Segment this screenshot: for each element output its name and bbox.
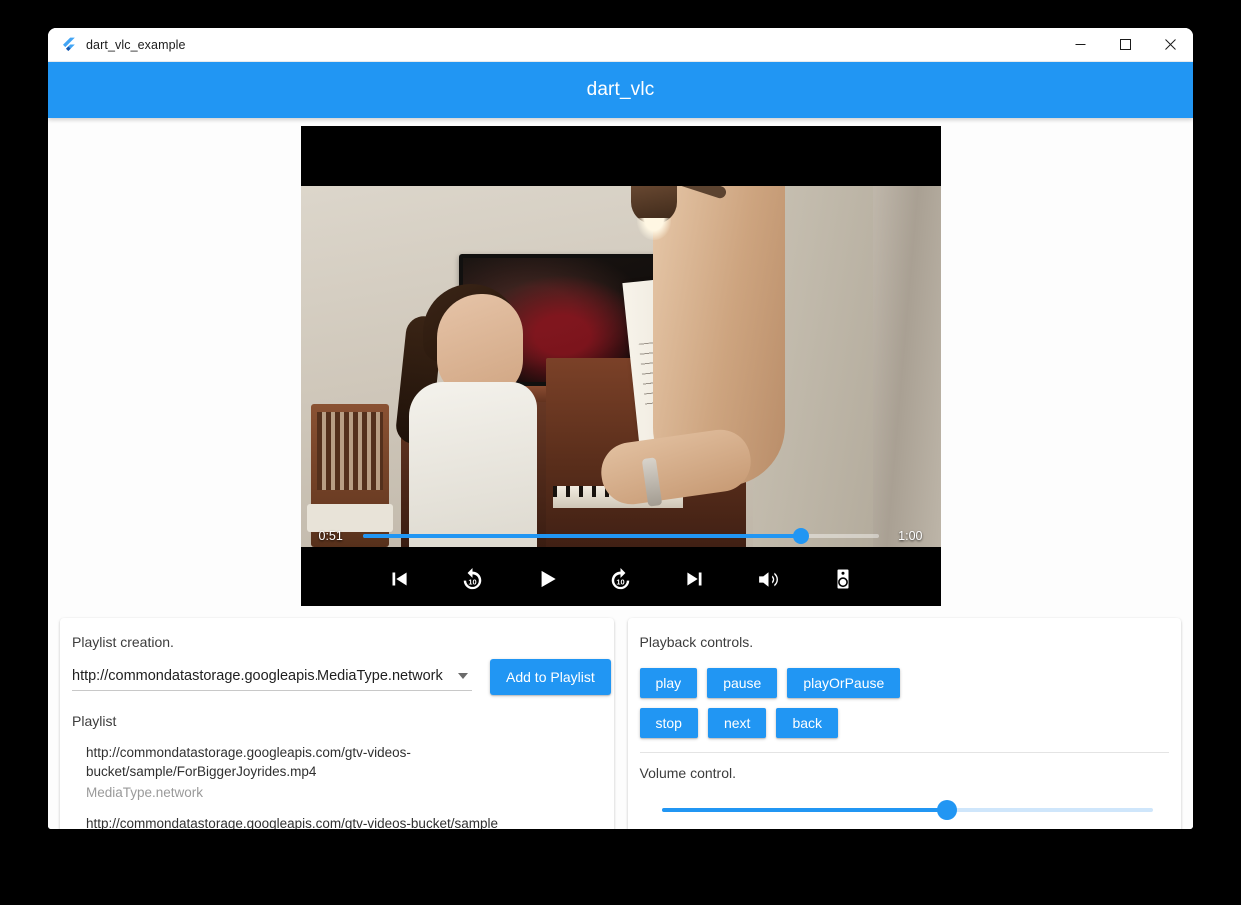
playlist-item-url: http://commondatastorage.googleapis.com/…: [86, 745, 411, 779]
media-type-value: MediaType.network: [317, 668, 443, 684]
playback-controls-heading: Playback controls.: [639, 634, 754, 650]
seek-slider[interactable]: [362, 528, 879, 544]
play-button[interactable]: play: [639, 668, 698, 698]
app-bar-title: dart_vlc: [586, 79, 655, 100]
volume-slider-track[interactable]: [661, 800, 1153, 820]
app-window: dart_vlc_example dart_vlc 0:51 1:00 10 1…: [48, 28, 1193, 829]
seek-progress-fill: [362, 534, 802, 538]
minimize-button[interactable]: [1058, 28, 1103, 62]
video-player-wrapper: 0:51 1:00 10 10: [48, 118, 1193, 606]
playback-buttons-row-1: play pause playOrPause: [639, 668, 1170, 698]
video-surface: [300, 186, 941, 547]
playlist-title: Playlist: [72, 713, 117, 729]
back-button[interactable]: back: [776, 708, 839, 738]
playlist-creation-card: Playlist creation. http://commondatastor…: [60, 618, 614, 829]
main-content: 0:51 1:00 10 10 Playlist creation. http:…: [48, 118, 1193, 829]
seek-bar-row: 0:51 1:00: [301, 520, 941, 552]
window-titlebar: dart_vlc_example: [48, 28, 1193, 62]
forward-10-icon[interactable]: 10: [589, 552, 653, 606]
seek-slider-thumb[interactable]: [793, 528, 810, 544]
video-player[interactable]: 0:51 1:00 10 10: [300, 126, 941, 606]
chevron-down-icon: [458, 673, 468, 679]
playlist-creation-heading: Playlist creation.: [72, 634, 174, 650]
playlist-item-url: http://commondatastorage.googleapis.com/…: [86, 816, 498, 829]
add-to-playlist-button[interactable]: Add to Playlist: [490, 659, 611, 695]
window-controls: [1058, 28, 1193, 62]
stop-button[interactable]: stop: [639, 708, 698, 738]
play-or-pause-button[interactable]: playOrPause: [787, 668, 901, 698]
video-control-bar: 10 10: [300, 552, 941, 606]
next-button[interactable]: next: [707, 708, 767, 738]
media-type-dropdown[interactable]: MediaType.network: [317, 668, 472, 691]
volume-up-icon[interactable]: [737, 552, 801, 606]
pause-button[interactable]: pause: [707, 668, 778, 698]
play-icon[interactable]: [515, 552, 579, 606]
list-item[interactable]: http://commondatastorage.googleapis.com/…: [72, 737, 602, 808]
skip-next-icon[interactable]: [663, 552, 727, 606]
bottom-panels: Playlist creation. http://commondatastor…: [48, 618, 1193, 829]
playback-controls-card: Playback controls. play pause playOrPaus…: [627, 618, 1181, 829]
media-url-input[interactable]: http://commondatastorage.googleapis.c: [72, 668, 317, 691]
divider: [639, 752, 1169, 753]
list-item[interactable]: http://commondatastorage.googleapis.com/…: [72, 808, 602, 829]
window-title: dart_vlc_example: [86, 37, 186, 52]
maximize-button[interactable]: [1103, 28, 1148, 62]
url-entry-row: http://commondatastorage.googleapis.c Me…: [72, 659, 611, 695]
video-frame-image: [300, 186, 941, 547]
current-time-label: 0:51: [318, 529, 343, 543]
speaker-device-icon[interactable]: [811, 552, 875, 606]
volume-slider-fill: [661, 808, 947, 812]
playback-buttons-row-2: stop next back: [639, 708, 1170, 738]
skip-previous-icon[interactable]: [367, 552, 431, 606]
svg-text:10: 10: [616, 577, 624, 586]
app-bar: dart_vlc: [48, 62, 1193, 118]
volume-slider[interactable]: [661, 799, 1153, 821]
close-button[interactable]: [1148, 28, 1193, 62]
volume-slider-thumb[interactable]: [936, 800, 957, 820]
volume-control-heading: Volume control.: [639, 765, 737, 781]
playlist-item-type: MediaType.network: [86, 785, 204, 800]
replay-10-icon[interactable]: 10: [441, 552, 505, 606]
total-time-label: 1:00: [898, 529, 923, 543]
flutter-logo-icon: [60, 37, 76, 53]
svg-text:10: 10: [468, 577, 476, 586]
